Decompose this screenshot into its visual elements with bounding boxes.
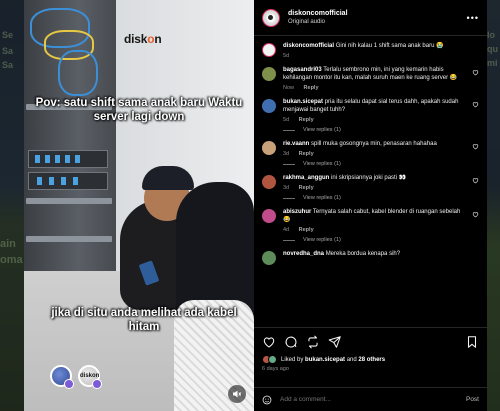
view-replies-button[interactable]: View replies (1): [283, 161, 463, 167]
view-replies-button[interactable]: View replies (1): [283, 127, 463, 133]
repost-icon[interactable]: [306, 335, 320, 349]
bg-text: lo: [487, 30, 495, 40]
comment-like-icon[interactable]: [472, 211, 479, 218]
smiley-icon[interactable]: [262, 395, 272, 405]
comment-time: 3d: [283, 151, 290, 157]
audio-label[interactable]: Original audio: [288, 19, 348, 25]
commenter-avatar[interactable]: [262, 43, 276, 57]
commenter-username[interactable]: rie.vaann: [283, 141, 309, 147]
commenter-username[interactable]: bagasandri03: [283, 67, 322, 73]
comment-item: bukan.sicepat pria itu selalu dapat sial…: [262, 98, 479, 133]
comment-time: 4d: [283, 227, 290, 233]
post-modal: diskon Pov: satu shift sama anak baru Wa…: [24, 0, 487, 411]
video-caption-bottom: jika di situ anda melihat ada kabel hita…: [51, 307, 237, 333]
comment-icon[interactable]: [284, 335, 298, 349]
video-player[interactable]: diskon Pov: satu shift sama anak baru Wa…: [24, 0, 254, 411]
comment-time: 5d: [283, 117, 290, 123]
comment-text: spill muka gosongnya min, penasaran haha…: [311, 141, 437, 147]
author-avatar[interactable]: [262, 8, 280, 27]
commenter-username[interactable]: novredha_dna: [283, 251, 324, 257]
post-comment-button[interactable]: Post: [466, 396, 479, 403]
likes-prefix: Liked by: [281, 356, 304, 363]
comment-item: bagasandri03 Terlalu sembrono min, ini y…: [262, 66, 479, 91]
post-details-panel: diskoncomofficial Original audio ••• dis…: [254, 0, 487, 411]
bg-text: ain: [0, 238, 16, 250]
comments-list[interactable]: diskoncomofficial Gini nih kalau 1 shift…: [254, 36, 487, 327]
commenter-avatar[interactable]: [262, 175, 276, 189]
commenter-avatar[interactable]: [262, 209, 276, 223]
likes-others[interactable]: 28 others: [358, 357, 385, 363]
commenter-username[interactable]: rakhma_anggun: [283, 175, 329, 181]
likes-user[interactable]: bukan.sicepat: [305, 357, 345, 363]
patch-panel: [28, 172, 108, 190]
more-options-icon[interactable]: •••: [467, 13, 479, 23]
commenter-username[interactable]: bukan.sicepat: [283, 99, 323, 105]
comment-item: rakhma_anggun ini skripsiannya joki past…: [262, 174, 479, 201]
reply-button[interactable]: Reply: [304, 85, 319, 91]
comment-text: Gini nih kalau 1 shift sama anak baru 😭: [335, 43, 444, 49]
comment-bar: Post: [254, 387, 487, 411]
reply-button[interactable]: Reply: [299, 227, 314, 233]
comment-time: 3d: [283, 185, 290, 191]
commenter-avatar[interactable]: [262, 251, 276, 265]
background-page-left: Se Sa Sa ain oma: [0, 0, 24, 411]
view-replies-button[interactable]: View replies (1): [283, 237, 463, 243]
video-watermark-logo: diskon: [124, 32, 162, 46]
tagged-brand-avatar[interactable]: diskon: [78, 365, 102, 389]
bg-text: Sa: [2, 46, 14, 56]
tagged-user-avatar[interactable]: [50, 365, 74, 389]
heart-outline-icon[interactable]: [262, 335, 276, 349]
view-replies-button[interactable]: View replies (1): [283, 195, 463, 201]
speaker-muted-icon[interactable]: [228, 385, 246, 403]
bg-text: oma: [0, 254, 23, 266]
comment-like-icon[interactable]: [472, 177, 479, 184]
person-cap: [142, 166, 194, 190]
bg-text: mi: [487, 58, 498, 68]
patch-panel: [28, 150, 108, 168]
rack-shelf: [26, 198, 112, 204]
add-comment-input[interactable]: [280, 396, 466, 403]
bg-text: Sa: [2, 60, 14, 70]
commenter-avatar[interactable]: [262, 67, 276, 81]
comment-like-icon[interactable]: [472, 143, 479, 150]
comment-time: Now: [283, 85, 295, 91]
commenter-avatar[interactable]: [262, 99, 276, 113]
likes-conj: and: [346, 356, 357, 363]
reply-button[interactable]: Reply: [299, 117, 314, 123]
comment-like-icon[interactable]: [472, 69, 479, 76]
comment-text: Mereka bordua kenapa sih?: [325, 251, 401, 257]
reply-button[interactable]: Reply: [299, 185, 314, 191]
comment-item: diskoncomofficial Gini nih kalau 1 shift…: [262, 42, 479, 59]
cable: [58, 50, 98, 96]
comment-time: 5d: [283, 53, 290, 59]
send-icon[interactable]: [328, 335, 342, 349]
commenter-avatar[interactable]: [262, 141, 276, 155]
commenter-username[interactable]: diskoncomofficial: [283, 43, 334, 49]
post-header: diskoncomofficial Original audio •••: [254, 0, 487, 36]
reply-button[interactable]: Reply: [299, 151, 314, 157]
comment-item: rie.vaann spill muka gosongnya min, pena…: [262, 140, 479, 167]
post-actions: Liked by bukan.sicepat and 28 others 6 d…: [254, 327, 487, 387]
liker-avatar: [268, 355, 277, 364]
comment-like-icon[interactable]: [472, 101, 479, 108]
comment-item: abiszuhur Ternyata salah cabut, kabel bl…: [262, 208, 479, 243]
comment-item: novredha_dna Mereka bordua kenapa sih?: [262, 250, 479, 267]
background-page-right: lo qu mi: [486, 0, 500, 411]
post-date: 6 days ago: [262, 366, 289, 372]
likes-summary[interactable]: Liked by bukan.sicepat and 28 others: [262, 355, 479, 364]
rack-shelf: [26, 236, 112, 242]
comment-text: ini skripsiannya joki pasti 👀: [331, 175, 407, 181]
video-caption-top: Pov: satu shift sama anak baru Waktu ser…: [35, 97, 243, 123]
bg-text: qu: [487, 44, 498, 54]
author-username[interactable]: diskoncomofficial: [288, 10, 348, 17]
bookmark-icon[interactable]: [465, 335, 479, 349]
commenter-username[interactable]: abiszuhur: [283, 209, 311, 215]
bg-text: Se: [2, 30, 14, 40]
